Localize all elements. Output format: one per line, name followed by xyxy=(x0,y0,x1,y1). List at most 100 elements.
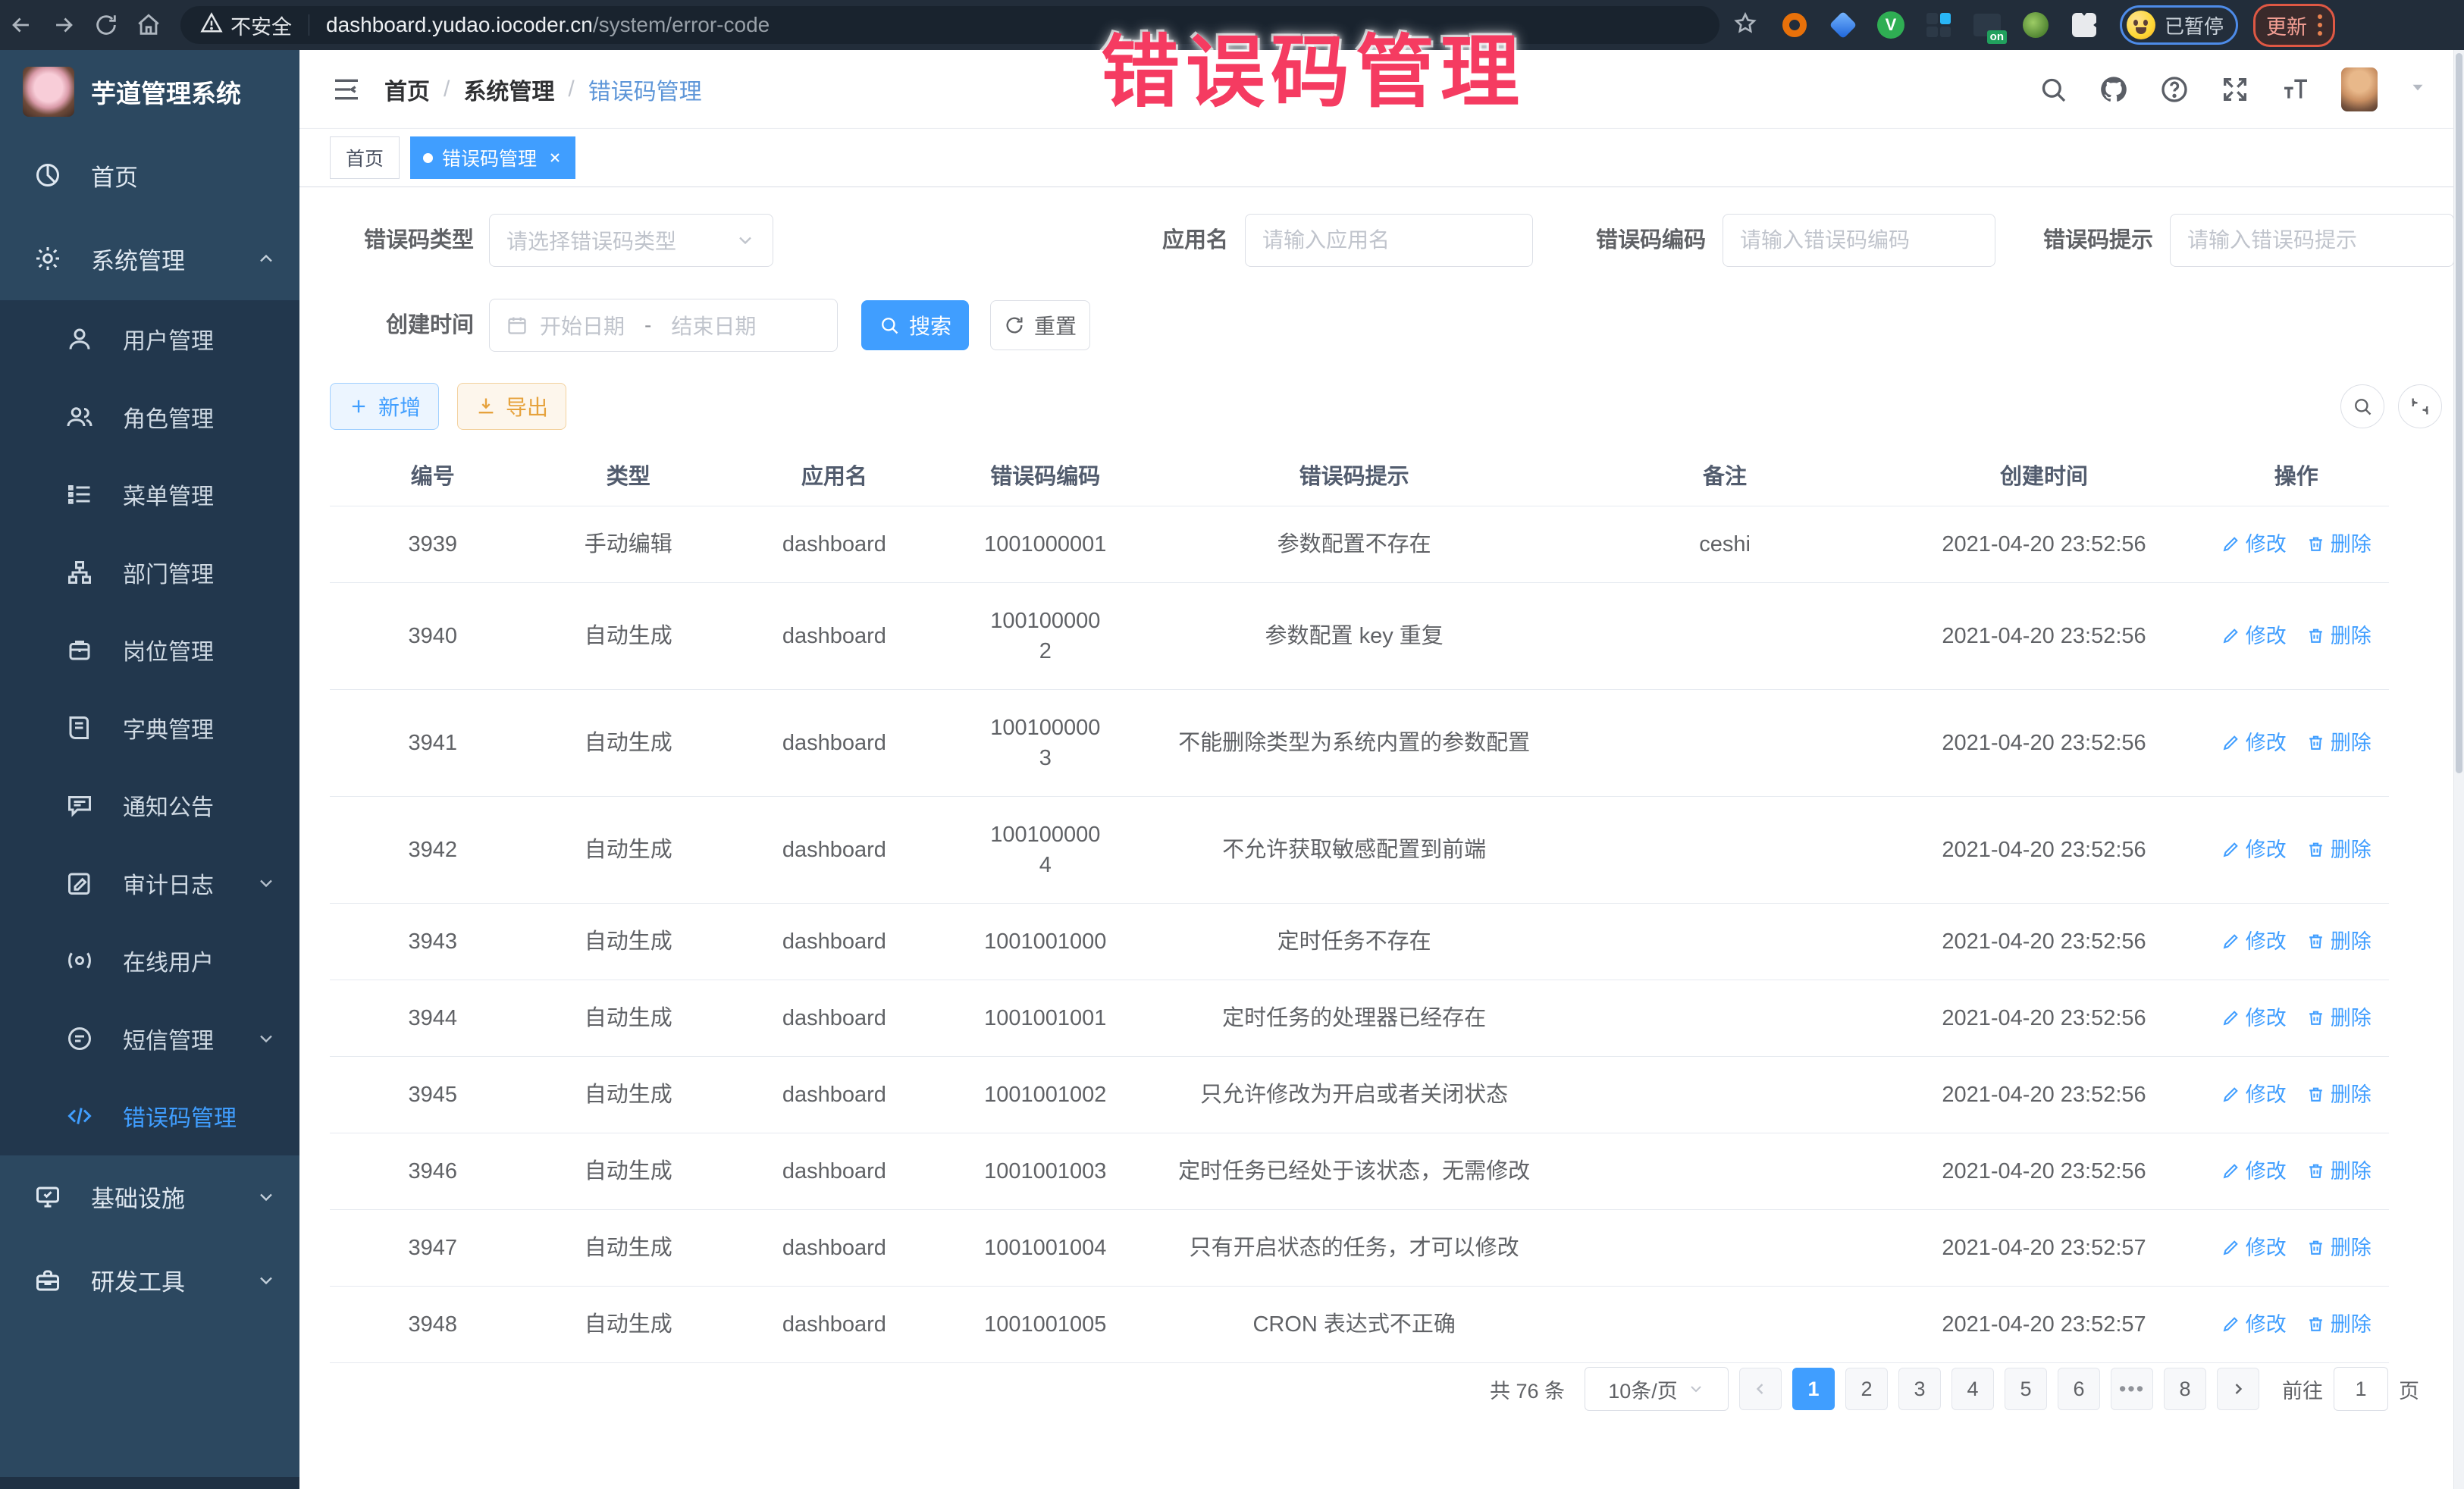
page-button-2[interactable]: 2 xyxy=(1845,1368,1888,1410)
tab-home[interactable]: 首页 xyxy=(330,136,400,179)
edit-link[interactable]: 修改 xyxy=(2221,529,2287,560)
browser-update-button[interactable]: 更新 xyxy=(2253,4,2335,47)
delete-link[interactable]: 删除 xyxy=(2306,728,2372,758)
close-icon[interactable] xyxy=(547,150,563,165)
page-button-1[interactable]: 1 xyxy=(1792,1368,1835,1410)
edit-link[interactable]: 修改 xyxy=(2221,1309,2287,1340)
sidebar-item-error-code[interactable]: 错误码管理 xyxy=(0,1077,299,1155)
annotation-overlay-title: 错误码管理 xyxy=(1101,8,1525,122)
delete-link[interactable]: 删除 xyxy=(2306,1309,2372,1340)
extension-icon-key[interactable] xyxy=(2021,11,2050,39)
extension-icon-squares[interactable] xyxy=(1924,11,1953,39)
cell-time: 2021-04-20 23:52:57 xyxy=(1885,1209,2204,1286)
page-button-3[interactable]: 3 xyxy=(1898,1368,1941,1410)
error-code-input[interactable] xyxy=(1740,228,1978,252)
browser-menu-icon[interactable] xyxy=(2318,14,2322,36)
sidebar-item-label: 部门管理 xyxy=(123,556,214,589)
edit-link[interactable]: 修改 xyxy=(2221,728,2287,758)
sidebar-item-dev-tools[interactable]: 研发工具 xyxy=(0,1239,299,1322)
edit-link[interactable]: 修改 xyxy=(2221,926,2287,957)
font-size-icon[interactable] xyxy=(2281,74,2311,105)
delete-link[interactable]: 删除 xyxy=(2306,529,2372,560)
sidebar-item-menus[interactable]: 菜单管理 xyxy=(0,456,299,534)
bookmark-star-icon[interactable] xyxy=(1733,11,1757,39)
sidebar-item-audit-log[interactable]: 审计日志 xyxy=(0,845,299,923)
delete-link[interactable]: 删除 xyxy=(2306,1156,2372,1186)
filter-type-label: 错误码类型 xyxy=(330,214,474,267)
help-icon[interactable] xyxy=(2159,74,2190,105)
edit-link[interactable]: 修改 xyxy=(2221,621,2287,651)
delete-link[interactable]: 删除 xyxy=(2306,835,2372,865)
cell-app: dashboard xyxy=(721,796,948,903)
extension-icon-dark[interactable]: on xyxy=(1973,11,2002,39)
sidebar-item-users[interactable]: 用户管理 xyxy=(0,300,299,378)
search-button[interactable]: 搜索 xyxy=(861,300,969,350)
export-button[interactable]: 导出 xyxy=(457,383,566,430)
edit-link[interactable]: 修改 xyxy=(2221,1080,2287,1110)
browser-forward-icon[interactable] xyxy=(42,4,85,46)
browser-reload-icon[interactable] xyxy=(85,4,127,46)
error-type-select[interactable]: 请选择错误码类型 xyxy=(489,214,773,267)
browser-back-icon[interactable] xyxy=(0,4,42,46)
main-area: 首页 / 系统管理 / 错误码管理 xyxy=(299,50,2453,1489)
reset-button[interactable]: 重置 xyxy=(990,300,1090,350)
cell-hint: 参数配置 key 重复 xyxy=(1143,582,1566,689)
delete-link[interactable]: 删除 xyxy=(2306,926,2372,957)
edit-link[interactable]: 修改 xyxy=(2221,835,2287,865)
delete-link[interactable]: 删除 xyxy=(2306,621,2372,651)
date-range-picker[interactable]: 开始日期 - 结束日期 xyxy=(489,299,838,352)
sidebar-item-notices[interactable]: 通知公告 xyxy=(0,766,299,845)
tab-error-code[interactable]: 错误码管理 xyxy=(410,136,575,179)
browser-profile-pill[interactable]: 已暂停 xyxy=(2120,5,2238,45)
next-page-button[interactable] xyxy=(2217,1368,2259,1410)
caret-down-icon[interactable] xyxy=(2408,77,2428,101)
sidebar-item-departments[interactable]: 部门管理 xyxy=(0,534,299,612)
page-size-select[interactable]: 10条/页 xyxy=(1585,1367,1729,1411)
github-icon[interactable] xyxy=(2099,74,2129,105)
extension-icon-green[interactable]: V xyxy=(1877,11,1904,39)
page-button-4[interactable]: 4 xyxy=(1951,1368,1994,1410)
delete-link[interactable]: 删除 xyxy=(2306,1080,2372,1110)
app-name-input[interactable] xyxy=(1262,228,1516,252)
header-search-icon[interactable] xyxy=(2038,74,2068,105)
export-button-label: 导出 xyxy=(506,391,548,422)
sidebar-item-posts[interactable]: 岗位管理 xyxy=(0,611,299,689)
sidebar-item-sms[interactable]: 短信管理 xyxy=(0,1000,299,1078)
sidebar-item-roles[interactable]: 角色管理 xyxy=(0,378,299,456)
edit-link[interactable]: 修改 xyxy=(2221,1233,2287,1263)
extension-icon-orange[interactable] xyxy=(1780,11,1809,39)
edit-link[interactable]: 修改 xyxy=(2221,1156,2287,1186)
breadcrumb-system[interactable]: 系统管理 xyxy=(463,73,554,106)
toggle-search-button[interactable] xyxy=(2340,384,2384,428)
sidebar-item-home[interactable]: 首页 xyxy=(0,133,299,217)
cell-code: 1001001005 xyxy=(948,1286,1143,1362)
page-button-5[interactable]: 5 xyxy=(2005,1368,2047,1410)
goto-page-input[interactable] xyxy=(2334,1367,2388,1411)
user-avatar[interactable] xyxy=(2341,67,2378,111)
sidebar: 芋道管理系统 首页 系统管理 用户管理 xyxy=(0,50,299,1489)
error-hint-input[interactable] xyxy=(2187,228,2437,252)
extension-icon-gem[interactable] xyxy=(1829,11,1857,39)
breadcrumb-home[interactable]: 首页 xyxy=(384,73,430,106)
sidebar-logo[interactable]: 芋道管理系统 xyxy=(0,50,299,133)
sidebar-item-infrastructure[interactable]: 基础设施 xyxy=(0,1155,299,1239)
add-button[interactable]: 新增 xyxy=(330,383,439,430)
delete-link[interactable]: 删除 xyxy=(2306,1003,2372,1033)
delete-link[interactable]: 删除 xyxy=(2306,1233,2372,1263)
cell-remark xyxy=(1566,689,1885,796)
more-pages-button[interactable]: ••• xyxy=(2111,1368,2153,1410)
edit-link[interactable]: 修改 xyxy=(2221,1003,2287,1033)
fullscreen-icon[interactable] xyxy=(2220,74,2250,105)
sidebar-item-online-users[interactable]: 在线用户 xyxy=(0,922,299,1000)
page-button-6[interactable]: 6 xyxy=(2058,1368,2100,1410)
scrollbar-thumb[interactable] xyxy=(2456,53,2462,773)
announcement-icon xyxy=(65,791,94,820)
sidebar-item-system[interactable]: 系统管理 xyxy=(0,217,299,300)
hamburger-icon[interactable] xyxy=(330,73,363,106)
prev-page-button[interactable] xyxy=(1739,1368,1782,1410)
browser-home-icon[interactable] xyxy=(127,4,170,46)
extension-icon-puzzle[interactable] xyxy=(2070,11,2099,39)
refresh-table-button[interactable] xyxy=(2398,384,2442,428)
sidebar-item-dict[interactable]: 字典管理 xyxy=(0,689,299,767)
page-button-8[interactable]: 8 xyxy=(2164,1368,2206,1410)
